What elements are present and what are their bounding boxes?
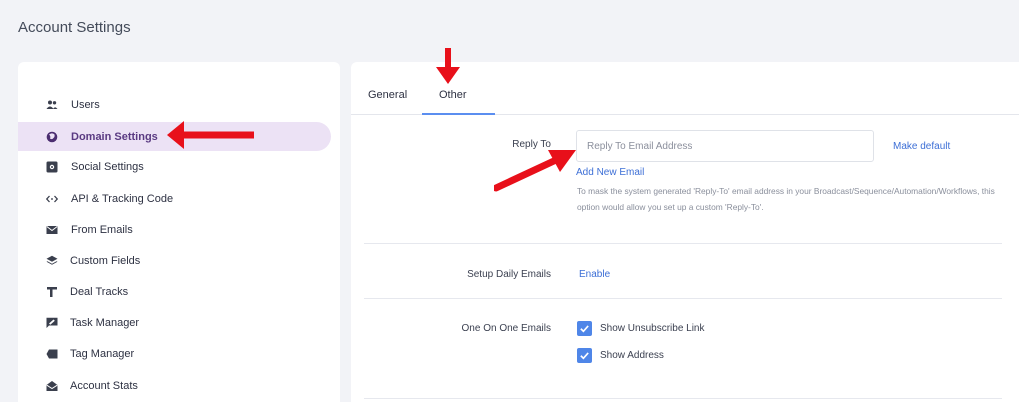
annotation-arrow-left-icon [167, 121, 254, 149]
active-tab-indicator [422, 113, 495, 115]
checkbox-label: Show Address [600, 349, 664, 361]
sidebar-item-social-settings[interactable]: Social Settings [18, 152, 331, 181]
tab-general[interactable]: General [368, 89, 407, 101]
settings-sidebar: Users Domain Settings Social Settings AP… [18, 62, 340, 402]
tag-icon [45, 347, 59, 361]
tab-other[interactable]: Other [439, 89, 467, 101]
globe-icon [45, 130, 59, 144]
divider [364, 398, 1002, 399]
sidebar-item-api-tracking[interactable]: API & Tracking Code [18, 184, 331, 213]
checkmark-icon [580, 351, 589, 359]
show-unsubscribe-option[interactable]: Show Unsubscribe Link [577, 320, 705, 336]
sidebar-item-label: Custom Fields [70, 254, 141, 267]
checkmark-icon [580, 324, 589, 332]
annotation-arrow-diagonal-icon [494, 150, 576, 192]
layers-icon [45, 254, 59, 268]
social-box-icon [45, 160, 59, 174]
envelope-icon [45, 223, 59, 237]
sidebar-item-tag-manager[interactable]: Tag Manager [18, 339, 331, 368]
make-default-link[interactable]: Make default [893, 141, 950, 152]
envelope-open-icon [45, 379, 59, 393]
sidebar-item-from-emails[interactable]: From Emails [18, 215, 331, 244]
sidebar-item-label: Task Manager [70, 316, 140, 329]
pipe-icon [45, 285, 59, 299]
code-arrows-icon [45, 192, 59, 206]
sidebar-item-custom-fields[interactable]: Custom Fields [18, 246, 331, 275]
divider [364, 298, 1002, 299]
sidebar-item-task-manager[interactable]: Task Manager [18, 308, 331, 337]
reply-to-help-text: To mask the system generated 'Reply-To' … [577, 186, 995, 212]
page-title: Account Settings [18, 19, 131, 36]
show-unsubscribe-checkbox[interactable] [577, 320, 592, 336]
settings-panel: General Other Reply To Make default Add … [351, 62, 1019, 402]
sidebar-item-label: Deal Tracks [70, 285, 129, 298]
sidebar-item-deal-tracks[interactable]: Deal Tracks [18, 277, 331, 306]
sidebar-item-label: Tag Manager [70, 347, 135, 360]
add-new-email-link[interactable]: Add New Email [576, 167, 644, 178]
sidebar-item-label: Users [71, 98, 100, 111]
sidebar-item-label: Account Stats [70, 379, 138, 392]
one-on-one-label: One On One Emails [461, 323, 551, 334]
reply-to-input[interactable] [576, 130, 874, 162]
show-address-checkbox[interactable] [577, 347, 592, 363]
annotation-arrow-down-icon [436, 48, 460, 84]
sidebar-item-label: Social Settings [71, 160, 144, 173]
divider [364, 243, 1002, 244]
users-icon [45, 98, 59, 112]
checkbox-label: Show Unsubscribe Link [600, 322, 705, 334]
sidebar-item-label: API & Tracking Code [71, 192, 174, 205]
daily-emails-label: Setup Daily Emails [467, 269, 551, 280]
edit-chat-icon [45, 316, 59, 330]
show-address-option[interactable]: Show Address [577, 347, 664, 363]
sidebar-item-label: From Emails [71, 223, 133, 236]
sidebar-item-label: Domain Settings [71, 130, 158, 143]
sidebar-item-users[interactable]: Users [18, 90, 331, 119]
sidebar-item-account-stats[interactable]: Account Stats [18, 371, 331, 400]
enable-daily-emails-link[interactable]: Enable [579, 269, 610, 280]
